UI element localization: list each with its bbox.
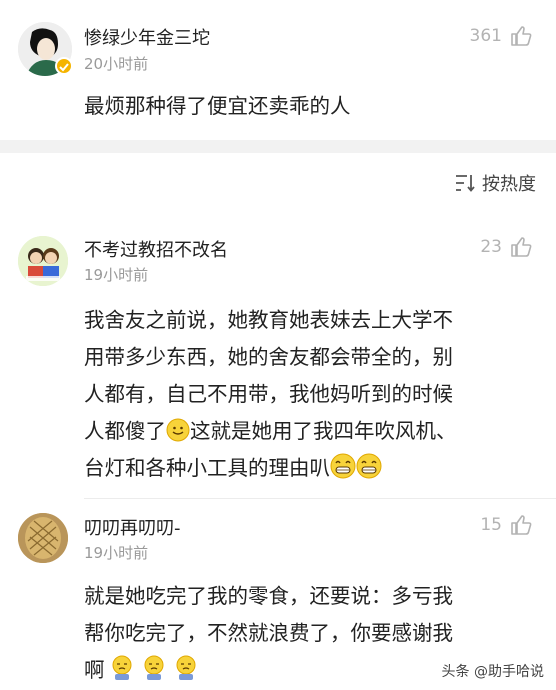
comment-text-line: 我舍友之前说，她教育她表妹去上大学不 xyxy=(84,308,453,332)
comment-text-line: 就是她吃完了我的零食，还要说：多亏我 xyxy=(84,584,453,608)
comment-timestamp: 19小时前 xyxy=(84,266,149,284)
sort-by-hotness-button[interactable]: 按热度 xyxy=(454,170,536,196)
thumbs-up-icon[interactable] xyxy=(510,25,532,47)
grin-emoji xyxy=(330,453,356,479)
sort-label: 按热度 xyxy=(482,174,536,195)
comment-text-line: 台灯和各种小工具的理由叭 xyxy=(84,450,544,487)
sad-emoji xyxy=(144,655,163,680)
verified-badge-icon xyxy=(55,57,73,75)
sort-icon xyxy=(456,175,475,192)
comment-text-fragment: 人都傻了 xyxy=(84,419,166,443)
avatar[interactable] xyxy=(18,513,68,563)
comment-like-count: 23 xyxy=(480,237,502,257)
comment-text: 我舍友之前说，她教育她表妹去上大学不 用带多少东西，她的舍友都会带全的，别 人都… xyxy=(84,302,544,487)
section-divider xyxy=(0,140,556,153)
comment-like-count: 15 xyxy=(480,515,502,535)
thumbs-up-icon[interactable] xyxy=(510,236,532,258)
comment-author-name[interactable]: 叨叨再叨叨- xyxy=(84,514,181,540)
avatar-illustration xyxy=(18,236,68,286)
comment-text-fragment: 这就是她用了我四年吹风机、 xyxy=(190,419,457,443)
comment-text-line: 用带多少东西，她的舍友都会带全的，别 xyxy=(84,345,453,369)
comment-text-line: 人都有，自己不用带，我他妈听到的时候 xyxy=(84,382,453,406)
comment-text-line: 人都傻了 这就是她用了我四年吹风机、 xyxy=(84,413,544,450)
post-timestamp: 20小时前 xyxy=(84,55,149,73)
original-post: 惨绿少年金三坨 20小时前 361 最烦那种得了便宜还卖乖的人 xyxy=(0,0,556,140)
post-author-name[interactable]: 惨绿少年金三坨 xyxy=(84,24,210,50)
comment-text-line: 帮你吃完了，不然就浪费了，你要感谢我 xyxy=(84,621,453,645)
thumbs-up-icon[interactable] xyxy=(510,514,532,536)
comment-text-fragment: 啊 xyxy=(84,658,105,682)
comment-timestamp: 19小时前 xyxy=(84,544,149,562)
avatar[interactable] xyxy=(18,236,68,286)
sad-emoji xyxy=(112,655,131,680)
comment-author-name[interactable]: 不考过教招不改名 xyxy=(84,236,228,262)
post-text: 最烦那种得了便宜还卖乖的人 xyxy=(84,94,351,118)
sad-emoji xyxy=(176,655,195,680)
comment-divider xyxy=(84,498,556,499)
avatar-illustration xyxy=(18,513,68,563)
comment-text-fragment: 台灯和各种小工具的理由叭 xyxy=(84,456,330,480)
watermark: 头条 @助手哈说 xyxy=(441,664,544,680)
post-like-count: 361 xyxy=(469,26,502,46)
smile-emoji xyxy=(166,418,190,442)
grin-emoji xyxy=(356,453,382,479)
